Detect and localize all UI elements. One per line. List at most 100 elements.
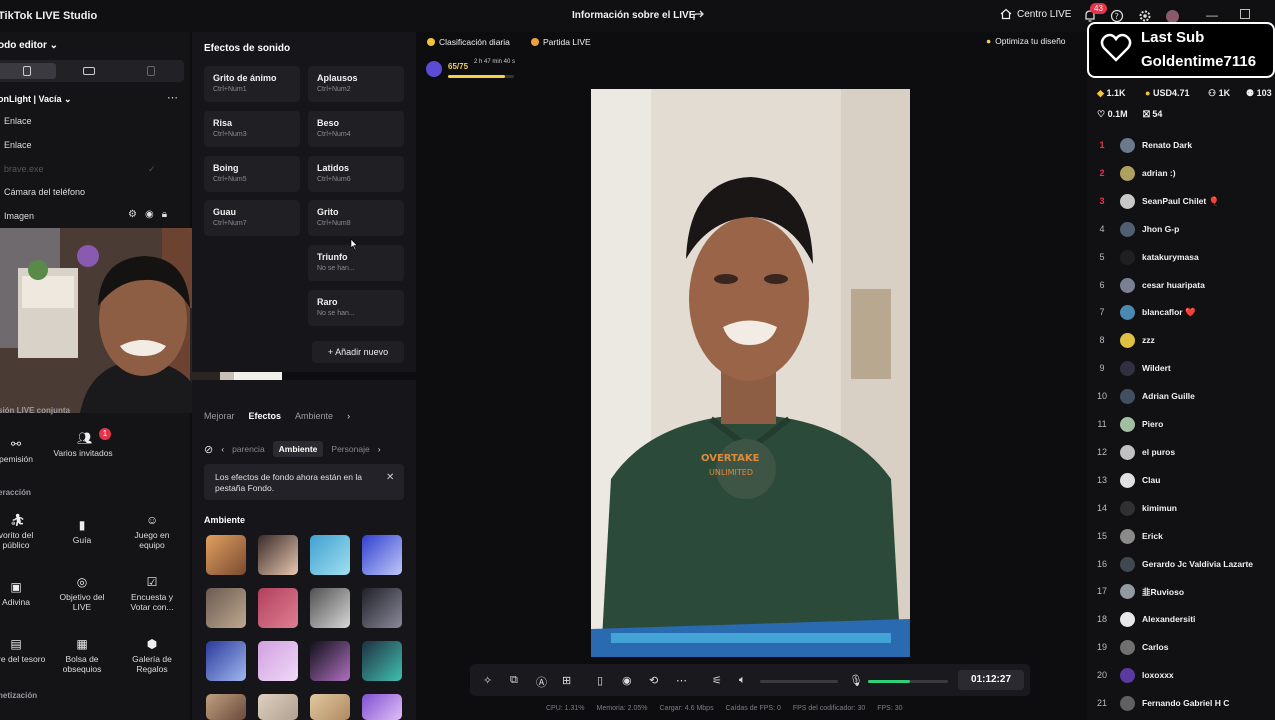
sound-effect-button[interactable]: Guau Ctrl+Num7: [204, 200, 300, 236]
ranking-row[interactable]: 7 blancaflor ❤️: [1092, 303, 1275, 323]
source-item[interactable]: Imagen: [4, 211, 34, 221]
sound-effect-button[interactable]: Boing Ctrl+Num5: [204, 156, 300, 192]
sound-effect-button[interactable]: Beso Ctrl+Num4: [308, 111, 404, 147]
disable-icon[interactable]: ⊘: [204, 443, 213, 456]
ranking-row[interactable]: 11 Piero: [1092, 415, 1275, 435]
tab-ambient[interactable]: Ambiente: [295, 411, 333, 421]
add-source-icon[interactable]: ⊞: [562, 674, 571, 687]
source-item[interactable]: Enlace: [4, 140, 32, 150]
camera-switch-icon[interactable]: ⟲: [649, 674, 658, 687]
effect-thumbnail[interactable]: [310, 588, 350, 628]
more-icon[interactable]: ⋯: [676, 674, 687, 687]
effect-thumbnail[interactable]: [310, 694, 350, 720]
ranking-row[interactable]: 12 el puros: [1092, 443, 1275, 463]
ranking-row[interactable]: 19 Carlos: [1092, 638, 1275, 658]
ranking-row[interactable]: 8 zzz: [1092, 331, 1275, 351]
ranking-row[interactable]: 2 adrian :): [1092, 164, 1275, 184]
add-sound-button[interactable]: + Añadir nuevo: [312, 341, 404, 363]
effect-thumbnail[interactable]: [258, 588, 298, 628]
chevron-left-icon[interactable]: ‹: [221, 444, 224, 454]
daily-ranking-button[interactable]: Clasificación diaria: [427, 37, 510, 47]
gear-icon[interactable]: [1138, 9, 1152, 23]
effect-thumbnail[interactable]: [310, 641, 350, 681]
sound-effect-button[interactable]: Grito Ctrl+Num8: [308, 200, 404, 236]
magic-wand-icon[interactable]: ✧: [483, 674, 492, 687]
eye-icon[interactable]: ◉: [145, 209, 154, 220]
source-item[interactable]: brave.exe: [4, 164, 44, 174]
subtab-ambient[interactable]: Ambiente: [272, 441, 324, 457]
effect-thumbnail[interactable]: [258, 641, 298, 681]
tab-phone[interactable]: [0, 63, 56, 79]
record-icon[interactable]: ◉: [622, 674, 632, 687]
tab-enhance[interactable]: Mejorar: [204, 411, 235, 421]
effect-thumbnail[interactable]: [206, 588, 246, 628]
help-icon[interactable]: ?: [1110, 9, 1124, 23]
effect-thumbnail[interactable]: [206, 641, 246, 681]
tool-poll[interactable]: ☑ Encuesta y Votar con...: [122, 576, 182, 612]
sound-effect-button[interactable]: Grito de ánimo Ctrl+Num1: [204, 66, 300, 102]
maximize-icon[interactable]: [1240, 9, 1250, 19]
scene-select[interactable]: onLight | Vacía ⌄: [0, 94, 72, 105]
ranking-row[interactable]: 15 Erick: [1092, 527, 1275, 547]
more-icon[interactable]: ⋯: [167, 91, 178, 104]
close-icon[interactable]: ✕: [386, 472, 394, 483]
live-center-button[interactable]: Centro LIVE: [1000, 8, 1071, 20]
screen-add-icon[interactable]: ⧉: [510, 674, 518, 687]
sound-effect-button[interactable]: Latidos Ctrl+Num6: [308, 156, 404, 192]
tool-live-goal[interactable]: ◎ Objetivo del LIVE: [52, 576, 112, 612]
source-item[interactable]: Enlace: [4, 116, 32, 126]
subtab-appearance[interactable]: parencia: [232, 444, 265, 454]
speaker-icon[interactable]: 🔈︎: [739, 674, 746, 687]
tab-dual[interactable]: [122, 63, 180, 79]
settings-icon[interactable]: ⚙: [128, 209, 137, 220]
optimize-design-button[interactable]: ● Optimiza tu diseño: [986, 36, 1066, 46]
live-match-button[interactable]: Partida LIVE: [531, 37, 591, 47]
tab-effects[interactable]: Efectos: [249, 411, 282, 421]
effect-thumbnail[interactable]: [310, 535, 350, 575]
effect-thumbnail[interactable]: [362, 641, 402, 681]
ranking-row[interactable]: 21 Fernando Gabriel H C: [1092, 694, 1275, 714]
tool-guide[interactable]: ▮ Guía: [52, 519, 112, 545]
tool-gift-bag[interactable]: ▦ Bolsa de obsequios: [52, 638, 112, 674]
ranking-row[interactable]: 4 Jhon G-p: [1092, 220, 1275, 240]
live-info-title[interactable]: Información sobre el LIVE: [572, 10, 695, 21]
ranking-row[interactable]: 6 cesar huaripata: [1092, 276, 1275, 296]
sound-effect-button[interactable]: Risa Ctrl+Num3: [204, 111, 300, 147]
editor-mode-select[interactable]: odo editor ⌄: [0, 40, 58, 51]
microphone-icon[interactable]: 🎙︎: [849, 674, 863, 687]
tool-treasure-chest[interactable]: ▤ cofre del tesoro: [0, 638, 46, 664]
effect-thumbnail[interactable]: [362, 535, 402, 575]
tool-guess[interactable]: ▣ Adivina: [0, 581, 46, 607]
ranking-row[interactable]: 16 Gerardo Jc Valdivia Lazarte: [1092, 555, 1275, 575]
ranking-row[interactable]: 18 Alexandersiti: [1092, 610, 1275, 630]
volume-slider[interactable]: [760, 680, 838, 683]
effect-thumbnail[interactable]: [362, 694, 402, 720]
effect-thumbnail[interactable]: [206, 535, 246, 575]
effect-thumbnail[interactable]: [258, 535, 298, 575]
ranking-row[interactable]: 17 韭Ruvioso: [1092, 582, 1275, 602]
subtab-character[interactable]: Personaje: [331, 444, 369, 454]
ranking-row[interactable]: 1 Renato Dark: [1092, 136, 1275, 156]
mic-level-slider[interactable]: [868, 680, 948, 683]
sound-effect-button[interactable]: Aplausos Ctrl+Num2: [308, 66, 404, 102]
sound-effect-button[interactable]: Raro No se han...: [308, 290, 404, 326]
ranking-row[interactable]: 9 Wildert: [1092, 359, 1275, 379]
tool-co-host[interactable]: ⚯ pemisión: [0, 438, 46, 464]
chevron-right-icon[interactable]: ›: [347, 411, 350, 421]
ranking-row[interactable]: 13 Clau: [1092, 471, 1275, 491]
ranking-row[interactable]: 5 katakurymasa: [1092, 248, 1275, 268]
tab-landscape[interactable]: [60, 63, 118, 79]
auto-icon[interactable]: Ⓐ: [536, 674, 547, 690]
ranking-row[interactable]: 3 SeanPaul Chilet 🎈: [1092, 192, 1275, 212]
effect-thumbnail[interactable]: [206, 694, 246, 720]
ranking-row[interactable]: 20 loxoxxx: [1092, 666, 1275, 686]
ranking-row[interactable]: 10 Adrian Guille: [1092, 387, 1275, 407]
mixer-icon[interactable]: ⚟: [712, 674, 722, 687]
source-item[interactable]: Cámara del teléfono: [4, 187, 85, 197]
effect-thumbnail[interactable]: [362, 588, 402, 628]
minimize-icon[interactable]: —: [1206, 8, 1218, 22]
tool-audience-fav[interactable]: ⛹︎ vorito del público: [0, 514, 46, 550]
lock-icon[interactable]: 🔒︎: [162, 209, 167, 220]
effect-thumbnail[interactable]: [258, 694, 298, 720]
phone-icon[interactable]: ▯: [597, 674, 603, 687]
